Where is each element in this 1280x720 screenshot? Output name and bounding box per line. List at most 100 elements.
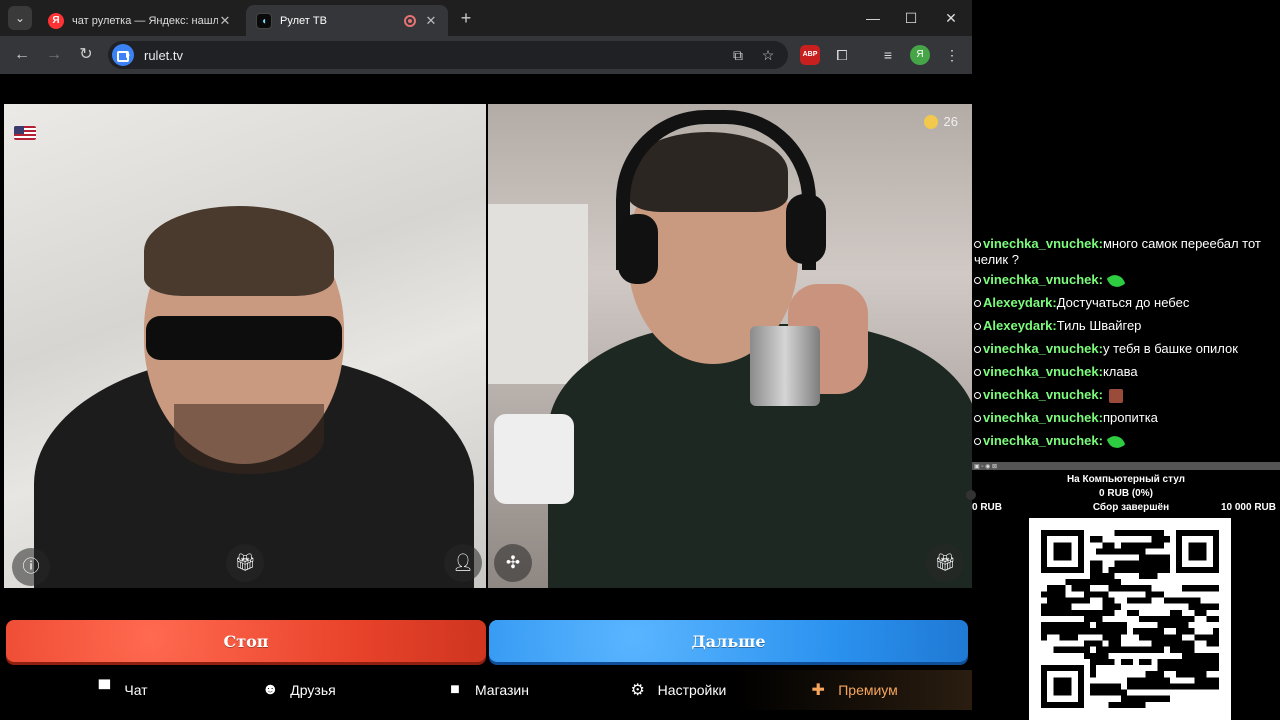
chat-username: vinechka_vnuchek: [983, 410, 1103, 425]
chat-username: vinechka_vnuchek: [983, 433, 1103, 448]
report-button[interactable]: ⓘ [12, 548, 50, 586]
nav-label: Чат [124, 682, 148, 698]
tab-search-button[interactable]: ⌄ [8, 6, 32, 30]
us-flag-icon [14, 126, 36, 140]
leaf-emote-icon [1106, 271, 1126, 291]
chat-username: Alexeydark: [983, 318, 1057, 333]
badge-icon [974, 392, 981, 400]
gear-icon: ⚙ [630, 682, 645, 699]
bottom-nav: ▀ Чат ☻ Друзья ■ Магазин ⚙ Настройки ✚ П… [0, 670, 972, 710]
chat-username: vinechka_vnuchek: [983, 272, 1103, 287]
chat-username: vinechka_vnuchek: [983, 364, 1103, 379]
nav-premium[interactable]: ✚ Премиум [734, 670, 972, 710]
leaf-emote-icon [1106, 432, 1126, 452]
badge-icon [974, 346, 981, 354]
reload-button[interactable]: ↻ [74, 44, 98, 66]
tag-icon: ✚ [811, 682, 825, 699]
local-video: ⓘ 🎁︎ 👤︎ [4, 104, 486, 588]
yandex-icon: Я [48, 12, 64, 29]
extensions-icon[interactable]: ⧠ [832, 45, 852, 65]
nav-shop[interactable]: ■ Магазин [354, 670, 620, 710]
tab-rulet[interactable]: ◖ Рулет ТВ ✕ [246, 5, 448, 36]
chat-text: Достучаться до небес [1056, 295, 1190, 310]
chat-message: vinechka_vnuchek: [972, 383, 1280, 406]
nav-friends[interactable]: ☻ Друзья [242, 670, 354, 710]
nav-label: Премиум [838, 682, 898, 698]
chat-text: Тиль Швайгер [1056, 318, 1142, 333]
gift-button[interactable]: 🎁︎ [226, 544, 264, 582]
recording-icon [404, 14, 416, 27]
picture-emote-icon [1108, 388, 1123, 403]
partner-video: 26 ✣ 🎁︎ [488, 104, 972, 588]
profile-avatar[interactable]: Я [910, 45, 930, 65]
goal-amount: 0 RUB (0%) [1099, 488, 1153, 499]
game-button[interactable]: ✣ [494, 544, 532, 582]
browser-toolbar: ← → ↻ rulet.tv ⧉ ☆ ABP ⧠ ≡ Я ⋮ [0, 36, 972, 74]
chat-message: Alexeydark:Тиль Швайгер [972, 314, 1280, 337]
install-app-icon[interactable]: ⧉ [726, 43, 750, 67]
url-text: rulet.tv [144, 47, 184, 63]
widget-icons: ▣ ▫ ◉ ⊠ [974, 464, 998, 470]
tab-title: Рулет ТВ [280, 14, 327, 27]
chat-text: у тебя в башке опилок [1102, 341, 1238, 356]
new-tab-button[interactable]: + [456, 8, 476, 28]
tab-bar: ⌄ Я чат рулетка — Яндекс: нашлось ✕ ◖ Ру… [0, 0, 972, 36]
nav-settings[interactable]: ⚙ Настройки [620, 670, 734, 710]
media-queue-icon[interactable]: ≡ [878, 45, 898, 65]
back-button[interactable]: ← [10, 44, 34, 66]
close-window-button[interactable]: ✕ [936, 6, 966, 30]
nav-chat[interactable]: ▀ Чат [0, 670, 242, 710]
chat-message: vinechka_vnuchek:пропитка [972, 406, 1280, 429]
donation-goal: ▣ ▫ ◉ ⊠ На Компьютерный стул 0 RUB (0%) … [966, 462, 1280, 516]
stream-overlay: vinechka_vnuchek:много самок переебал то… [966, 0, 1280, 720]
badge-icon [974, 277, 981, 285]
chat-username: vinechka_vnuchek: [983, 387, 1103, 402]
rulet-page: ⓘ 🎁︎ 👤︎ 26 ✣ 🎁︎ Стоп Дальше ▀ Чат ☻ Друз… [0, 74, 972, 720]
friends-icon: ☻ [261, 681, 279, 698]
close-icon[interactable]: ✕ [218, 13, 232, 29]
profile-button[interactable]: 👤︎ [444, 544, 482, 582]
bookmark-star-icon[interactable]: ☆ [756, 43, 780, 67]
badge-icon [974, 438, 981, 446]
chat-username: Alexeydark: [983, 295, 1057, 310]
rulet-icon: ◖ [256, 12, 272, 29]
camera-site-icon [112, 44, 134, 66]
chat-message: vinechka_vnuchek: [972, 268, 1280, 291]
nav-label: Друзья [290, 682, 336, 698]
tab-yandex[interactable]: Я чат рулетка — Яндекс: нашлось ✕ [38, 5, 242, 36]
address-bar[interactable]: rulet.tv ⧉ ☆ [108, 41, 788, 69]
maximize-button[interactable]: ☐ [896, 6, 926, 30]
forward-button[interactable]: → [42, 44, 66, 66]
qr-code-image [1041, 530, 1219, 708]
chat-message: vinechka_vnuchek:клава [972, 360, 1280, 383]
chat-text: пропитка [1102, 410, 1158, 425]
chat-message: Alexeydark:Достучаться до небес [972, 291, 1280, 314]
badge-icon [974, 415, 981, 423]
donation-qr-code [1029, 518, 1231, 720]
gift-button[interactable]: 🎁︎ [926, 544, 964, 582]
badge-icon [974, 241, 981, 249]
badge-icon [974, 300, 981, 308]
coin-counter: 26 [923, 114, 958, 129]
chat-username: vinechka_vnuchek: [983, 236, 1103, 251]
nav-label: Настройки [657, 682, 727, 698]
goal-title: На Компьютерный стул [1066, 474, 1186, 485]
menu-icon[interactable]: ⋮ [942, 45, 962, 65]
chat-username: vinechka_vnuchek: [983, 341, 1103, 356]
next-button[interactable]: Дальше [489, 620, 968, 662]
adblock-icon[interactable]: ABP [800, 45, 820, 65]
minimize-button[interactable]: — [858, 6, 888, 30]
badge-icon [974, 323, 981, 331]
chat-text: клава [1102, 364, 1138, 379]
chat-message: vinechka_vnuchek:много самок переебал то… [972, 236, 1280, 268]
badge-icon [974, 369, 981, 377]
chat-message: vinechka_vnuchek:у тебя в башке опилок [972, 337, 1280, 360]
stop-button[interactable]: Стоп [6, 620, 486, 662]
chat-icon: ▀ [98, 681, 111, 698]
goal-max: 10 000 RUB [1220, 502, 1276, 513]
close-icon[interactable]: ✕ [424, 13, 438, 29]
stream-chat: vinechka_vnuchek:много самок переебал то… [972, 236, 1280, 460]
tab-title: чат рулетка — Яндекс: нашлось [72, 14, 218, 27]
nav-label: Магазин [474, 682, 529, 698]
browser-window: ⌄ Я чат рулетка — Яндекс: нашлось ✕ ◖ Ру… [0, 0, 972, 720]
